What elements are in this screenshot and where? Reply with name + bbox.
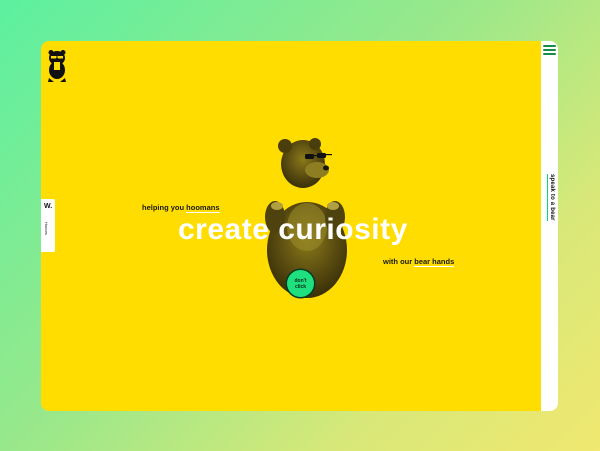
right-rail: speak to a bear (541, 41, 558, 411)
awards-label: Honors (44, 222, 49, 235)
awards-letter: W. (44, 203, 53, 210)
tagline-highlight: hoomans (186, 203, 220, 213)
subline-highlight: bear hands (414, 257, 455, 267)
awards-side-tab[interactable]: W. Honors (41, 199, 55, 252)
bear-sunglasses-logo-icon[interactable] (46, 49, 68, 83)
hero-tagline: helping you hoomans (142, 203, 220, 213)
tagline-prefix: helping you (142, 203, 187, 212)
hero-headline: create curiosity (178, 213, 408, 246)
speak-to-a-bear-link[interactable]: speak to a bear (547, 174, 555, 221)
hamburger-menu-icon[interactable] (543, 45, 556, 55)
hero-subline: with our bear hands (383, 257, 455, 267)
dont-click-line2: click (294, 283, 307, 290)
dont-click-button[interactable]: don't click (287, 270, 314, 297)
main-frame: W. Honors helping you hoomans create cur… (41, 41, 558, 411)
subline-prefix: with our (383, 257, 415, 266)
